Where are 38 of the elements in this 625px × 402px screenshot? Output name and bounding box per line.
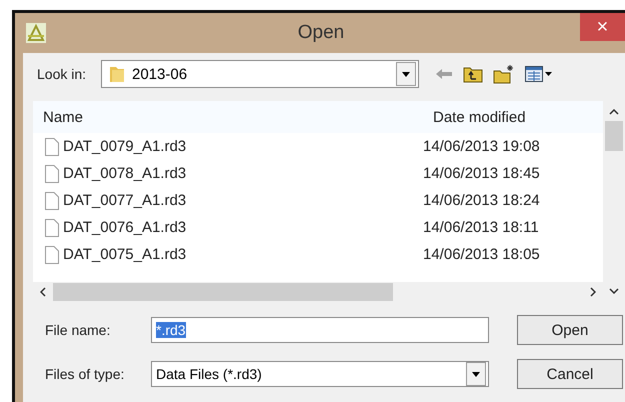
folder-icon (108, 64, 126, 84)
scroll-thumb[interactable] (605, 121, 623, 151)
up-folder-icon[interactable] (463, 65, 483, 83)
date-cell: 14/06/2013 18:45 (423, 165, 540, 182)
view-menu-icon[interactable] (525, 66, 553, 82)
file-icon (45, 218, 59, 236)
date-cell: 14/06/2013 18:11 (423, 219, 539, 236)
scroll-up-icon[interactable] (609, 109, 619, 115)
date-cell: 14/06/2013 19:08 (423, 138, 540, 155)
file-icon (45, 138, 59, 156)
column-header[interactable]: Name (33, 108, 433, 126)
file-type-label: Files of type: (45, 366, 126, 382)
file-item[interactable]: DAT_0077_A1.rd3 (33, 192, 423, 210)
file-name-label: File name: (45, 322, 112, 338)
file-icon (45, 192, 59, 210)
file-icon (45, 164, 59, 182)
file-item[interactable]: DAT_0076_A1.rd3 (33, 218, 423, 236)
look-in-label: Look in: (37, 66, 88, 82)
scroll-left-icon[interactable] (40, 287, 46, 297)
scroll-thumb[interactable] (53, 283, 393, 301)
scroll-down-icon[interactable] (609, 288, 619, 294)
open-button[interactable]: Open (517, 315, 623, 345)
close-button[interactable]: × (580, 13, 625, 41)
scroll-right-icon[interactable] (590, 287, 596, 297)
file-type-dropdown[interactable]: Data Files (*.rd3) (151, 361, 489, 387)
file-item[interactable]: DAT_0075_A1.rd3 (33, 246, 423, 264)
column-header[interactable]: Date modified (433, 108, 526, 126)
file-icon (45, 246, 59, 264)
cancel-button[interactable]: Cancel (517, 359, 623, 389)
file-name-field[interactable]: *.rd3 (151, 317, 489, 343)
window-title: Open (296, 22, 346, 44)
date-cell: 14/06/2013 18:24 (423, 192, 540, 209)
new-folder-icon[interactable] (493, 64, 515, 84)
look-in-dropdown[interactable]: 2013-06 (101, 60, 419, 88)
date-cell: 14/06/2013 18:05 (423, 246, 540, 263)
file-item[interactable]: DAT_0079_A1.rd3 (33, 138, 423, 156)
file-item[interactable]: DAT_0078_A1.rd3 (33, 164, 423, 182)
app-icon (25, 22, 47, 44)
